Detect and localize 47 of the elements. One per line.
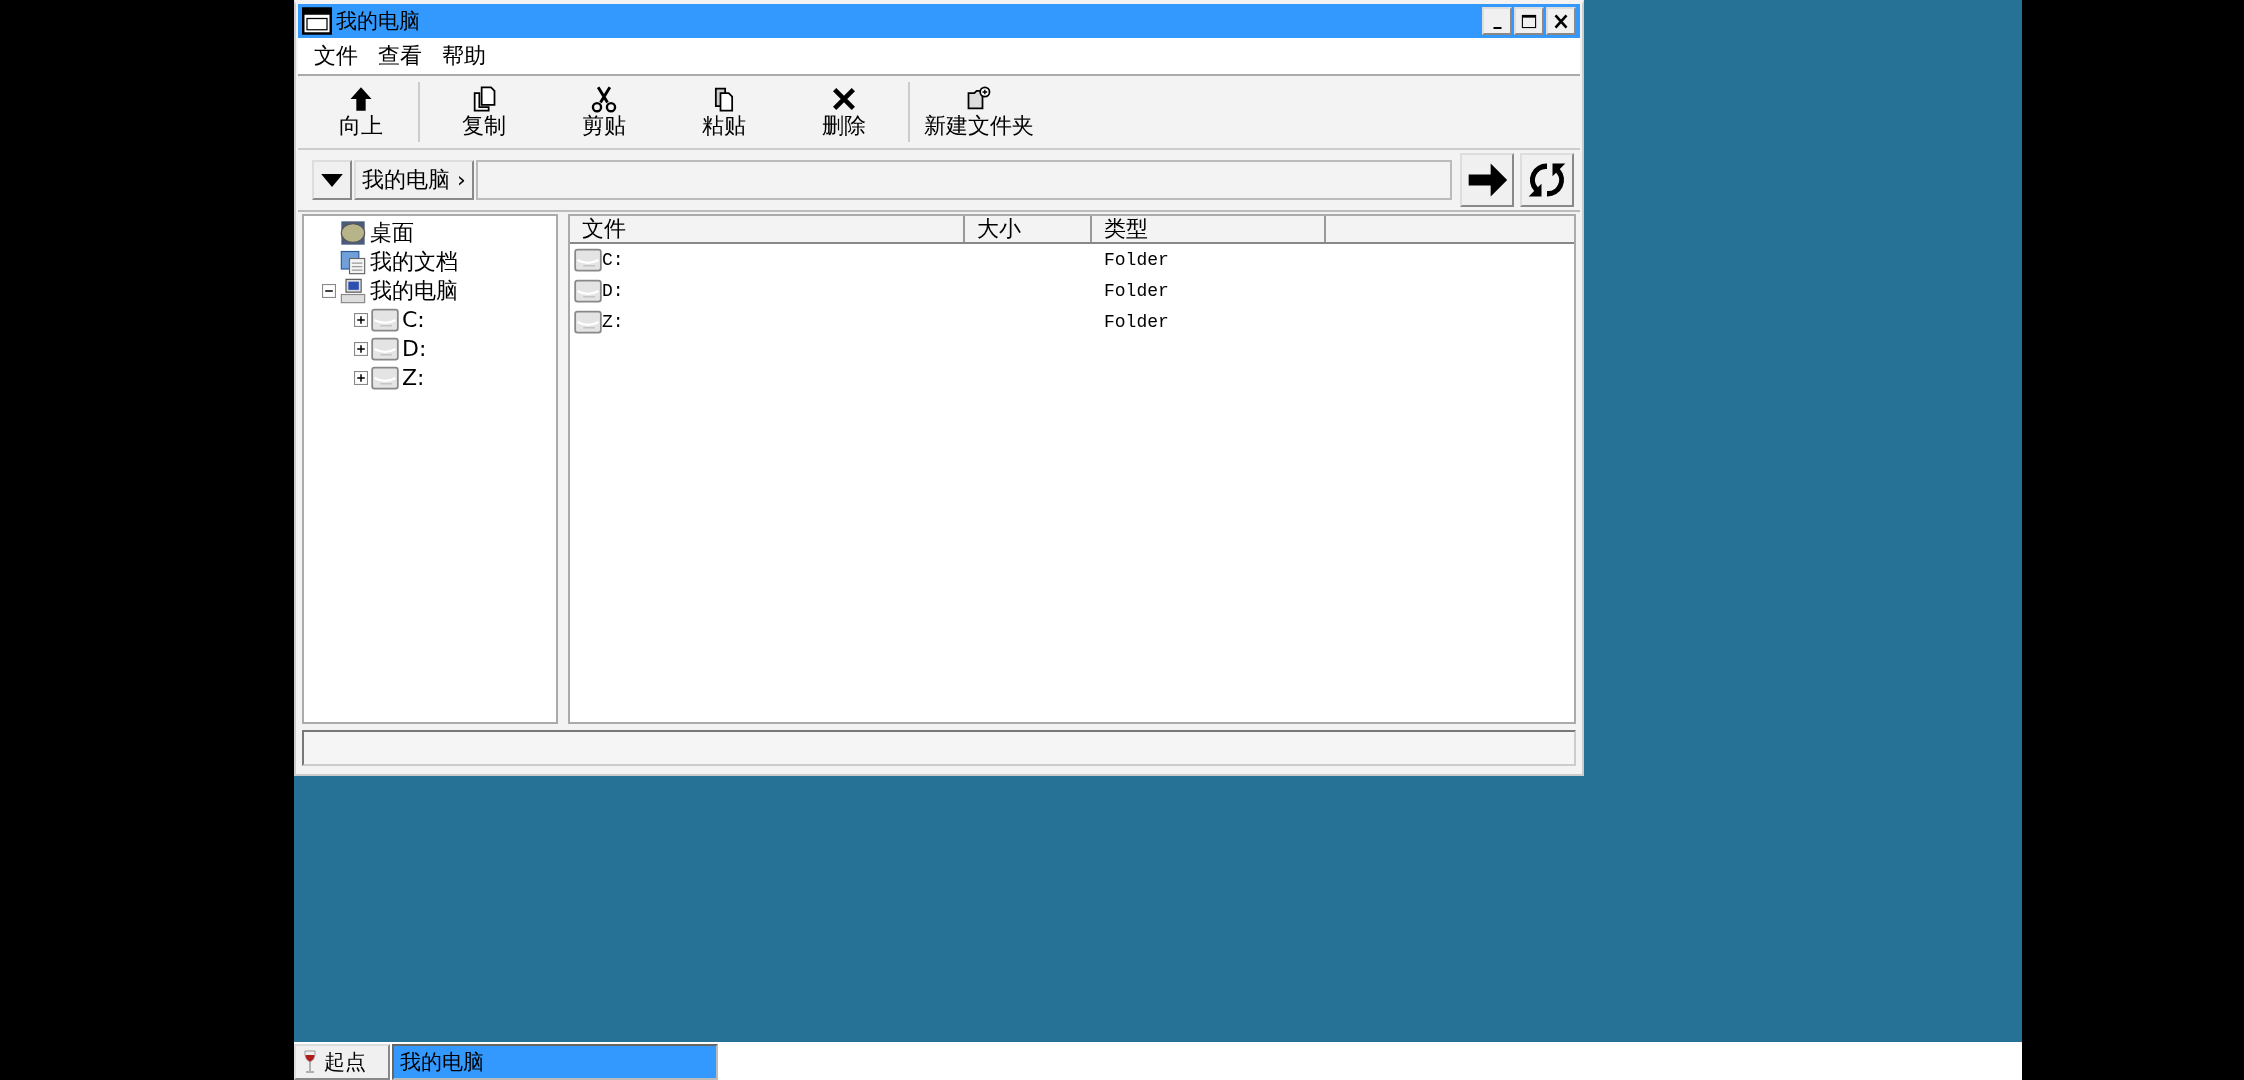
tree-item[interactable]: Z: bbox=[402, 365, 425, 390]
expand-toggle-icon[interactable] bbox=[354, 312, 368, 327]
expand-toggle-icon[interactable] bbox=[354, 370, 368, 385]
address-field[interactable] bbox=[475, 160, 1452, 200]
expand-toggle-icon[interactable] bbox=[354, 341, 368, 356]
menu-item[interactable]: 文件 bbox=[308, 41, 364, 71]
caret-icon bbox=[321, 173, 343, 187]
file-name[interactable]: D: bbox=[602, 280, 624, 301]
window-title: 我的电脑 bbox=[336, 8, 421, 35]
delete-icon bbox=[830, 85, 858, 113]
file-name[interactable]: C: bbox=[602, 249, 624, 270]
column-header[interactable]: 类型 bbox=[1092, 216, 1326, 242]
toolbar-button[interactable]: 删除 bbox=[784, 80, 904, 144]
console-icon bbox=[302, 7, 332, 35]
tree-item[interactable]: 我的电脑 bbox=[370, 275, 458, 306]
minimize-button[interactable] bbox=[1482, 7, 1512, 35]
breadcrumb[interactable]: 我的电脑 › bbox=[354, 160, 474, 200]
maximize-button[interactable] bbox=[1514, 7, 1544, 35]
taskbar-button[interactable]: 我的电脑 bbox=[392, 1044, 718, 1080]
go-button[interactable] bbox=[1460, 153, 1514, 207]
tree-item[interactable]: 桌面 bbox=[370, 217, 414, 248]
menu-item[interactable]: 帮助 bbox=[436, 41, 492, 71]
computer-icon bbox=[339, 276, 367, 305]
scissors-icon bbox=[590, 85, 618, 113]
file-name[interactable]: Z: bbox=[602, 311, 624, 332]
start-button[interactable]: 起点 bbox=[294, 1044, 390, 1080]
column-header[interactable]: 大小 bbox=[965, 216, 1092, 242]
dropdown-button[interactable] bbox=[312, 160, 352, 200]
file-type: Folder bbox=[1104, 311, 1169, 332]
refresh-button[interactable] bbox=[1520, 153, 1574, 207]
minimize-icon bbox=[1492, 27, 1502, 29]
close-button[interactable] bbox=[1546, 7, 1576, 35]
wine-glass-icon bbox=[302, 1049, 318, 1075]
toolbar-button[interactable]: 剪贴 bbox=[544, 80, 664, 144]
toolbar-button[interactable]: 新建文件夹 bbox=[914, 80, 1044, 144]
desktop-icon bbox=[339, 218, 367, 247]
tree-item[interactable]: D: bbox=[402, 336, 427, 361]
toolbar-button[interactable]: 粘贴 bbox=[664, 80, 784, 144]
file-type: Folder bbox=[1104, 249, 1169, 270]
collapse-toggle-icon[interactable] bbox=[322, 283, 336, 298]
file-type: Folder bbox=[1104, 280, 1169, 301]
menu-item[interactable]: 查看 bbox=[372, 41, 428, 71]
toolbar-button[interactable]: 向上 bbox=[308, 80, 414, 144]
column-header[interactable]: 文件 bbox=[570, 216, 965, 242]
tree-item[interactable]: 我的文档 bbox=[370, 246, 458, 277]
tree-item[interactable]: C: bbox=[402, 307, 425, 332]
toolbar-button[interactable]: 复制 bbox=[424, 80, 544, 144]
